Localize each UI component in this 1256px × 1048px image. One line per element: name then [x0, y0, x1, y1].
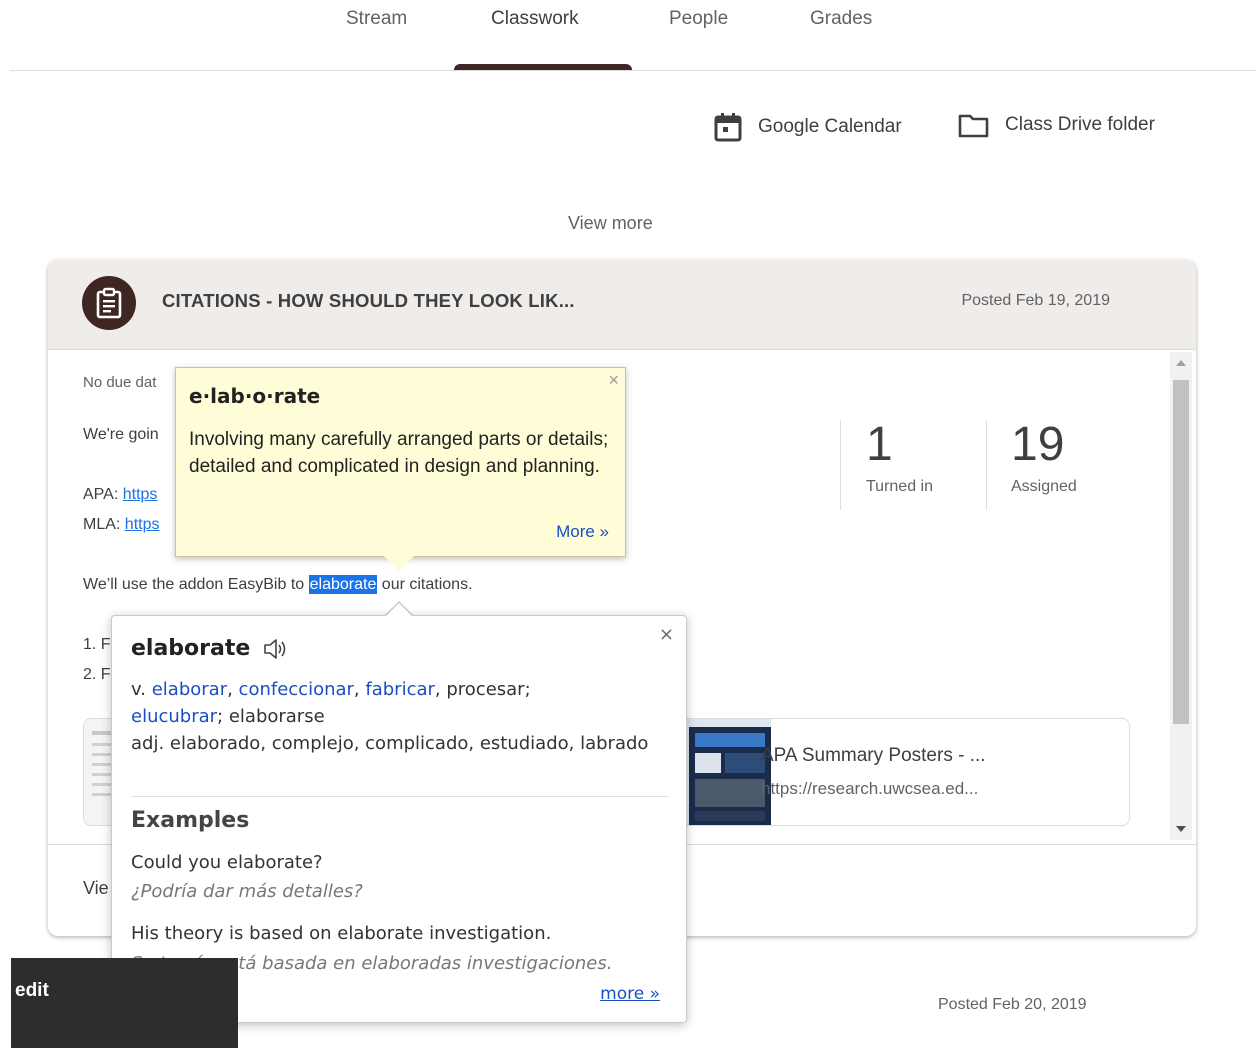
mla-label: MLA: [83, 516, 121, 533]
definition-word: e·lab·o·rate [189, 384, 321, 408]
view-assignment-link[interactable]: Vie [83, 878, 109, 899]
view-more-button[interactable]: View more [568, 213, 653, 234]
example-translation: ¿Podría dar más detalles? [131, 881, 363, 902]
translation-word-row: elaborate [131, 636, 290, 661]
assigned-stat[interactable]: 19 Assigned [1011, 418, 1077, 496]
verb-rest: ; elaborarse [217, 706, 325, 727]
google-calendar-label: Google Calendar [758, 116, 902, 137]
tab-people[interactable]: People [669, 8, 728, 30]
apa-label: APA: [83, 486, 119, 503]
tab-grades[interactable]: Grades [810, 8, 872, 30]
apa-line: APA: https [83, 486, 157, 504]
google-calendar-link[interactable]: Google Calendar [714, 112, 902, 142]
easybib-sentence: We’ll use the addon EasyBib to elaborate… [83, 575, 473, 594]
intro-text: We're goin [83, 426, 159, 443]
tabs-divider [10, 70, 1256, 71]
definition-text: Involving many carefully arranged parts … [189, 429, 609, 477]
translation-link[interactable]: elaborar [152, 679, 227, 700]
translation-link[interactable]: elucubrar [131, 706, 217, 727]
example-sentence: His theory is based on elaborate investi… [131, 923, 552, 944]
scrollbar[interactable] [1170, 352, 1192, 840]
turned-in-stat[interactable]: 1 Turned in [866, 418, 933, 496]
verb-prefix: v. [131, 679, 146, 700]
scroll-thumb[interactable] [1173, 380, 1189, 724]
calendar-icon [714, 113, 742, 142]
translation-link[interactable]: confeccionar [239, 679, 354, 700]
due-date: No due dat [83, 374, 157, 391]
verb-plain: procesar; [446, 679, 531, 700]
close-icon[interactable]: × [659, 624, 674, 645]
mla-line: MLA: https [83, 516, 159, 534]
translation-definitions: v. elaborar, confeccionar, fabricar, pro… [131, 676, 661, 757]
selected-word[interactable]: elaborate [308, 575, 378, 594]
stat-divider [840, 420, 841, 510]
class-drive-folder-link[interactable]: Class Drive folder [958, 112, 1155, 138]
edit-button[interactable]: edit [15, 980, 49, 1002]
scroll-up-arrow-icon[interactable] [1176, 360, 1186, 366]
definition-popup-pointer [384, 556, 414, 571]
example-sentence: Could you elaborate? [131, 852, 323, 873]
class-drive-folder-label: Class Drive folder [1005, 114, 1155, 135]
translation-divider [131, 796, 669, 797]
sentence-before: We’ll use the addon EasyBib to [83, 576, 305, 593]
sentence-after: our citations. [381, 576, 473, 593]
attachment-card[interactable]: APA Summary Posters - ... https://resear… [648, 718, 1130, 826]
turned-in-label: Turned in [866, 478, 933, 495]
attachment-title: APA Summary Posters - ... [761, 745, 986, 766]
card-header[interactable]: CITATIONS - HOW SHOULD THEY LOOK LIK... … [48, 260, 1196, 350]
attachment-url: https://research.uwcsea.ed... [761, 779, 979, 798]
apa-link[interactable]: https [123, 486, 158, 503]
translation-more-link[interactable]: more » [600, 984, 660, 1004]
speaker-icon[interactable] [262, 637, 290, 661]
translation-link[interactable]: fabricar [365, 679, 435, 700]
definition-popup: e·lab·o·rate × Involving many carefully … [175, 367, 626, 557]
adjective-translations: adj. elaborado, complejo, complicado, es… [131, 733, 649, 754]
examples-heading: Examples [131, 808, 250, 833]
tab-classwork[interactable]: Classwork [491, 8, 579, 30]
translation-popup-pointer [386, 603, 412, 616]
list-item: 1. F [83, 636, 111, 653]
assigned-label: Assigned [1011, 478, 1077, 495]
list-item: 2. F [83, 666, 111, 683]
turned-in-count: 1 [866, 418, 893, 471]
scroll-down-arrow-icon[interactable] [1176, 826, 1186, 832]
close-icon[interactable]: × [608, 370, 619, 391]
assignment-title[interactable]: CITATIONS - HOW SHOULD THEY LOOK LIK... [162, 290, 575, 312]
folder-icon [958, 114, 989, 138]
mla-link[interactable]: https [125, 516, 160, 533]
stat-divider [986, 420, 987, 510]
translation-word: elaborate [131, 636, 251, 661]
verb-translations: v. elaborar, confeccionar, fabricar, pro… [131, 679, 531, 727]
top-tabs: Stream Classwork People Grades [0, 0, 1256, 71]
posted-date: Posted Feb 19, 2019 [961, 292, 1110, 309]
tab-stream[interactable]: Stream [346, 8, 407, 30]
edit-bar: edit [11, 958, 238, 1048]
posted-date: Posted Feb 20, 2019 [938, 996, 1087, 1013]
assignment-icon [82, 276, 136, 330]
definition-more-link[interactable]: More » [556, 522, 609, 542]
assigned-count: 19 [1011, 418, 1065, 471]
